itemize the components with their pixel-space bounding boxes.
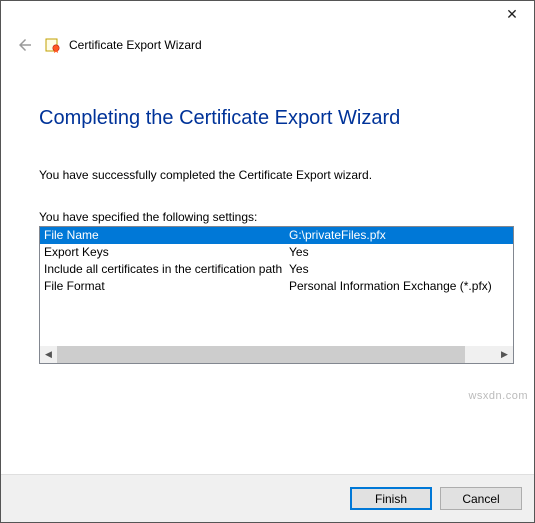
setting-value: Yes [289,244,513,261]
back-arrow-icon [16,36,34,54]
wizard-header: Certificate Export Wizard [1,29,534,61]
setting-key: File Name [44,227,289,244]
setting-value: G:\privateFiles.pfx [289,227,513,244]
setting-key: Include all certificates in the certific… [44,261,289,278]
finish-button[interactable]: Finish [350,487,432,510]
settings-list: File NameG:\privateFiles.pfxExport KeysY… [39,226,514,364]
footer: Finish Cancel [1,474,534,522]
scroll-left-button[interactable]: ◀ [40,346,57,363]
horizontal-scrollbar[interactable]: ◀ ▶ [40,346,513,363]
back-button[interactable] [13,33,37,57]
setting-key: File Format [44,278,289,295]
close-button[interactable]: ✕ [490,1,534,29]
titlebar: ✕ [1,1,534,29]
watermark: wsxdn.com [468,390,528,402]
table-row[interactable]: File NameG:\privateFiles.pfx [40,227,513,244]
content-area: Completing the Certificate Export Wizard… [39,107,514,364]
page-heading: Completing the Certificate Export Wizard [39,107,514,130]
settings-intro-label: You have specified the following setting… [39,210,514,224]
certificate-icon [43,35,63,55]
chevron-right-icon: ▶ [501,349,508,360]
scroll-right-button[interactable]: ▶ [496,346,513,363]
setting-value: Personal Information Exchange (*.pfx) [289,278,513,295]
success-message: You have successfully completed the Cert… [39,168,514,182]
wizard-title: Certificate Export Wizard [69,38,202,52]
scroll-track[interactable] [57,346,496,363]
chevron-left-icon: ◀ [45,349,52,360]
setting-key: Export Keys [44,244,289,261]
scroll-thumb[interactable] [57,346,465,363]
setting-value: Yes [289,261,513,278]
table-row[interactable]: Include all certificates in the certific… [40,261,513,278]
table-row[interactable]: Export KeysYes [40,244,513,261]
close-icon: ✕ [506,6,518,22]
table-row[interactable]: File FormatPersonal Information Exchange… [40,278,513,295]
cancel-button[interactable]: Cancel [440,487,522,510]
